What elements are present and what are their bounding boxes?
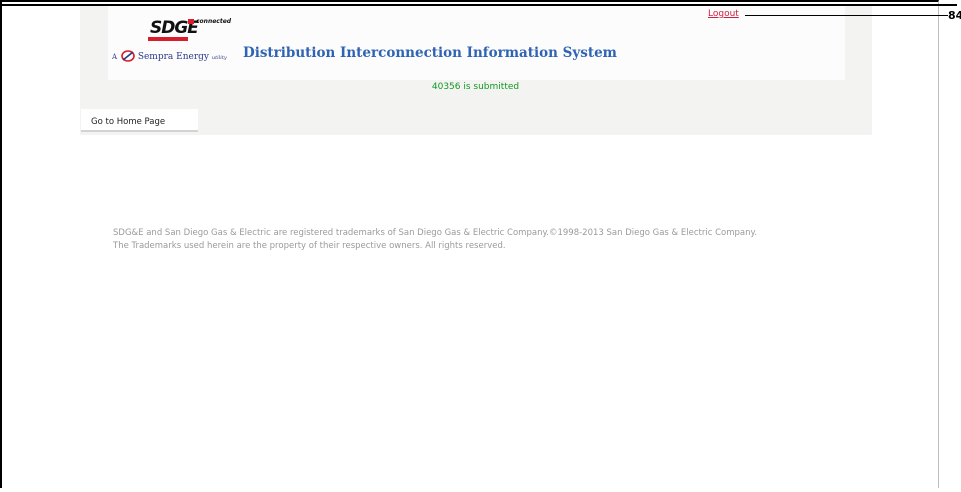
sempra-swirl-icon: [121, 50, 135, 62]
logout-link[interactable]: Logout: [708, 9, 739, 19]
callout-leader-line: [745, 15, 948, 16]
footer-copyright: SDG&E and San Diego Gas & Electric are r…: [113, 228, 758, 238]
status-message: 40356 is submitted: [431, 82, 520, 92]
footer: SDG&E and San Diego Gas & Electric are r…: [113, 227, 883, 253]
sempra-name: Sempra Energy: [137, 52, 209, 62]
callout-number: 84: [948, 9, 961, 22]
logo-flag-icon: [188, 19, 194, 24]
sdge-logo: SDGE connected A Sempra Energy utility: [112, 18, 240, 70]
sempra-energy-logo: A Sempra Energy utility: [112, 50, 227, 62]
logo-tag-text: connected: [196, 18, 232, 25]
sempra-prefix: A: [112, 53, 118, 61]
sempra-suffix: utility: [211, 55, 227, 61]
go-to-home-button[interactable]: Go to Home Page: [81, 109, 198, 132]
footer-trademarks: The Trademarks used herein are the prope…: [113, 241, 506, 251]
page-title: Distribution Interconnection Information…: [243, 45, 617, 61]
logo-underline: [148, 37, 188, 41]
